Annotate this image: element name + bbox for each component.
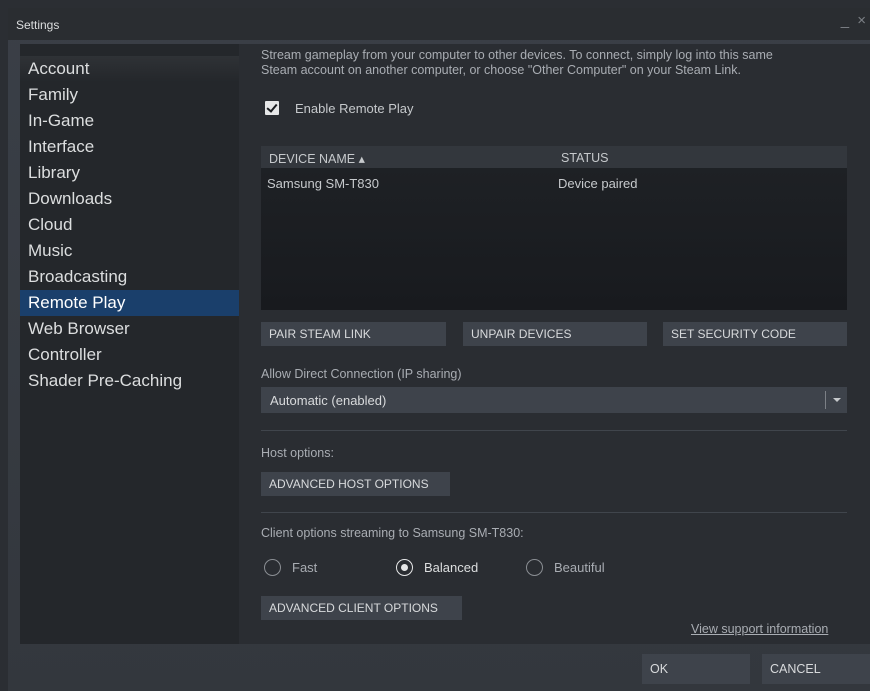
divider xyxy=(261,512,847,513)
intro-text: Stream gameplay from your computer to ot… xyxy=(261,48,861,78)
direct-connection-label: Allow Direct Connection (IP sharing) xyxy=(261,367,462,381)
unpair-devices-button[interactable]: UNPAIR DEVICES xyxy=(463,322,647,346)
devices-table: DEVICE NAME ▴ STATUS Samsung SM-T830 Dev… xyxy=(261,146,847,310)
title-bar: Settings _ × xyxy=(8,8,870,40)
advanced-host-options-button[interactable]: ADVANCED HOST OPTIONS xyxy=(261,472,450,496)
sidebar-item-in-game[interactable]: In-Game xyxy=(20,108,239,134)
radio-fast-label[interactable]: Fast xyxy=(292,560,317,575)
radio-balanced-circle[interactable] xyxy=(396,559,413,576)
settings-window: Settings _ × Account Family In-Game Inte… xyxy=(8,8,870,691)
window-controls[interactable]: _ × xyxy=(841,12,868,29)
sidebar-item-interface[interactable]: Interface xyxy=(20,134,239,160)
client-options-label: Client options streaming to Samsung SM-T… xyxy=(261,526,524,540)
radio-fast-circle[interactable] xyxy=(264,559,281,576)
sidebar-item-music[interactable]: Music xyxy=(20,238,239,264)
enable-remote-play-label[interactable]: Enable Remote Play xyxy=(295,101,414,116)
devices-table-header: DEVICE NAME ▴ STATUS xyxy=(261,146,847,168)
sidebar-item-remote-play[interactable]: Remote Play xyxy=(20,290,239,316)
chevron-down-icon[interactable] xyxy=(833,398,841,402)
advanced-client-options-button[interactable]: ADVANCED CLIENT OPTIONS xyxy=(261,596,462,620)
radio-beautiful-label[interactable]: Beautiful xyxy=(554,560,605,575)
sidebar-item-web-browser[interactable]: Web Browser xyxy=(20,316,239,342)
host-options-label: Host options: xyxy=(261,446,334,460)
radio-beautiful-circle[interactable] xyxy=(526,559,543,576)
sidebar-item-controller[interactable]: Controller xyxy=(20,342,239,368)
device-status-cell: Device paired xyxy=(558,176,638,191)
radio-balanced-label[interactable]: Balanced xyxy=(424,560,478,575)
pair-steam-link-button[interactable]: PAIR STEAM LINK xyxy=(261,322,446,346)
remote-play-panel: Stream gameplay from your computer to ot… xyxy=(239,44,870,644)
view-support-information-link[interactable]: View support information xyxy=(691,622,828,636)
divider xyxy=(261,430,847,431)
dropdown-separator xyxy=(825,391,826,409)
intro-line-2: Steam account on another computer, or ch… xyxy=(261,63,741,77)
direct-connection-dropdown[interactable]: Automatic (enabled) xyxy=(261,387,847,413)
column-header-status[interactable]: STATUS xyxy=(561,151,608,165)
sidebar-item-library[interactable]: Library xyxy=(20,160,239,186)
intro-line-1: Stream gameplay from your computer to ot… xyxy=(261,48,773,62)
settings-sidebar: Account Family In-Game Interface Library… xyxy=(20,44,239,644)
sidebar-item-family[interactable]: Family xyxy=(20,82,239,108)
sidebar-item-shader-pre-caching[interactable]: Shader Pre-Caching xyxy=(20,368,239,394)
set-security-code-button[interactable]: SET SECURITY CODE xyxy=(663,322,847,346)
sidebar-item-cloud[interactable]: Cloud xyxy=(20,212,239,238)
sidebar-item-downloads[interactable]: Downloads xyxy=(20,186,239,212)
direct-connection-value: Automatic (enabled) xyxy=(270,393,387,408)
ok-button[interactable]: OK xyxy=(642,654,750,684)
enable-remote-play-checkbox[interactable] xyxy=(265,101,279,115)
device-name-cell: Samsung SM-T830 xyxy=(267,176,379,191)
sidebar-item-account[interactable]: Account xyxy=(20,56,239,82)
column-header-device-name[interactable]: DEVICE NAME ▴ xyxy=(269,151,365,166)
window-title: Settings xyxy=(16,18,60,32)
sidebar-item-broadcasting[interactable]: Broadcasting xyxy=(20,264,239,290)
cancel-button[interactable]: CANCEL xyxy=(762,654,870,684)
